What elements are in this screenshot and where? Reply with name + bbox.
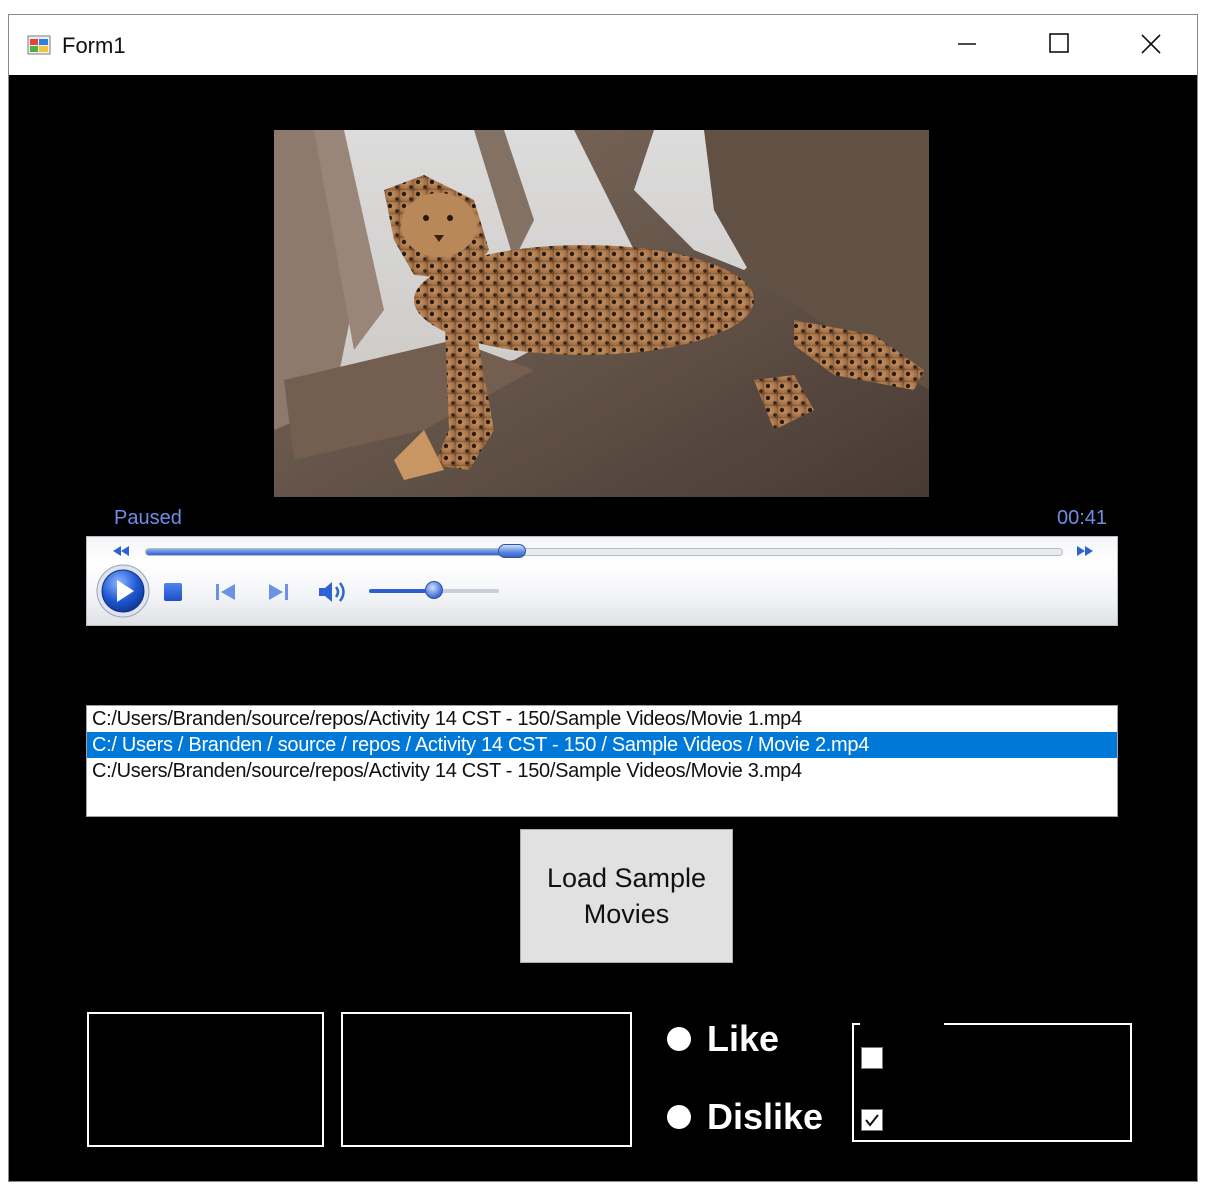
playback-status: Paused (114, 507, 182, 529)
minimize-button[interactable] (921, 15, 1013, 75)
checkbox-1[interactable] (861, 1047, 883, 1069)
playback-time: 00:41 (1057, 507, 1108, 529)
maximize-button[interactable] (1013, 15, 1105, 75)
video-display[interactable] (274, 130, 929, 497)
title-bar[interactable]: Form1 (9, 15, 1197, 75)
list-item[interactable]: C:/Users/Branden/source/repos/Activity 1… (87, 758, 1117, 784)
window-title: Form1 (62, 33, 126, 58)
media-controls (86, 536, 1118, 626)
like-radio-dot[interactable] (667, 1027, 691, 1051)
dislike-label: Dislike (707, 1096, 824, 1137)
next-track-icon[interactable] (265, 581, 291, 603)
rewind-icon[interactable] (111, 545, 131, 557)
dislike-radio[interactable]: Dislike (667, 1096, 824, 1137)
leopard-video-frame (274, 130, 929, 497)
volume-thumb[interactable] (425, 581, 443, 599)
stop-button[interactable] (164, 583, 182, 601)
load-sample-movies-button[interactable]: Load Sample Movies (520, 829, 733, 963)
volume-slider[interactable] (369, 581, 499, 599)
panel-middle (341, 1012, 632, 1147)
seek-thumb[interactable] (498, 544, 527, 558)
fast-forward-icon[interactable] (1075, 545, 1095, 557)
like-radio[interactable]: Like (667, 1018, 780, 1059)
movie-listbox[interactable]: C:/Users/Branden/source/repos/Activity 1… (86, 705, 1118, 817)
checkbox-group (852, 1022, 1132, 1142)
like-label: Like (707, 1018, 780, 1059)
list-item[interactable]: C:/Users/Branden/source/repos/Activity 1… (87, 706, 1117, 732)
dislike-radio-dot[interactable] (667, 1105, 691, 1129)
seek-bar[interactable] (145, 544, 1063, 558)
close-icon (1141, 34, 1161, 54)
app-form-icon (27, 35, 51, 55)
maximize-icon (1049, 33, 1069, 53)
groupbox-caption-gap (860, 1022, 944, 1026)
checkmark-icon (865, 1114, 879, 1127)
list-item[interactable]: C:/ Users / Branden / source / repos / A… (87, 732, 1117, 758)
form-window: Form1 Paused 00:41 C:/Users/Branden/sour… (8, 14, 1198, 1182)
previous-track-icon[interactable] (213, 581, 239, 603)
checkbox-2[interactable] (861, 1109, 883, 1131)
close-button[interactable] (1105, 15, 1197, 75)
minimize-icon (958, 43, 976, 45)
play-button[interactable] (95, 563, 151, 619)
volume-icon[interactable] (317, 579, 351, 605)
seek-progress (146, 549, 513, 555)
panel-left (87, 1012, 324, 1147)
